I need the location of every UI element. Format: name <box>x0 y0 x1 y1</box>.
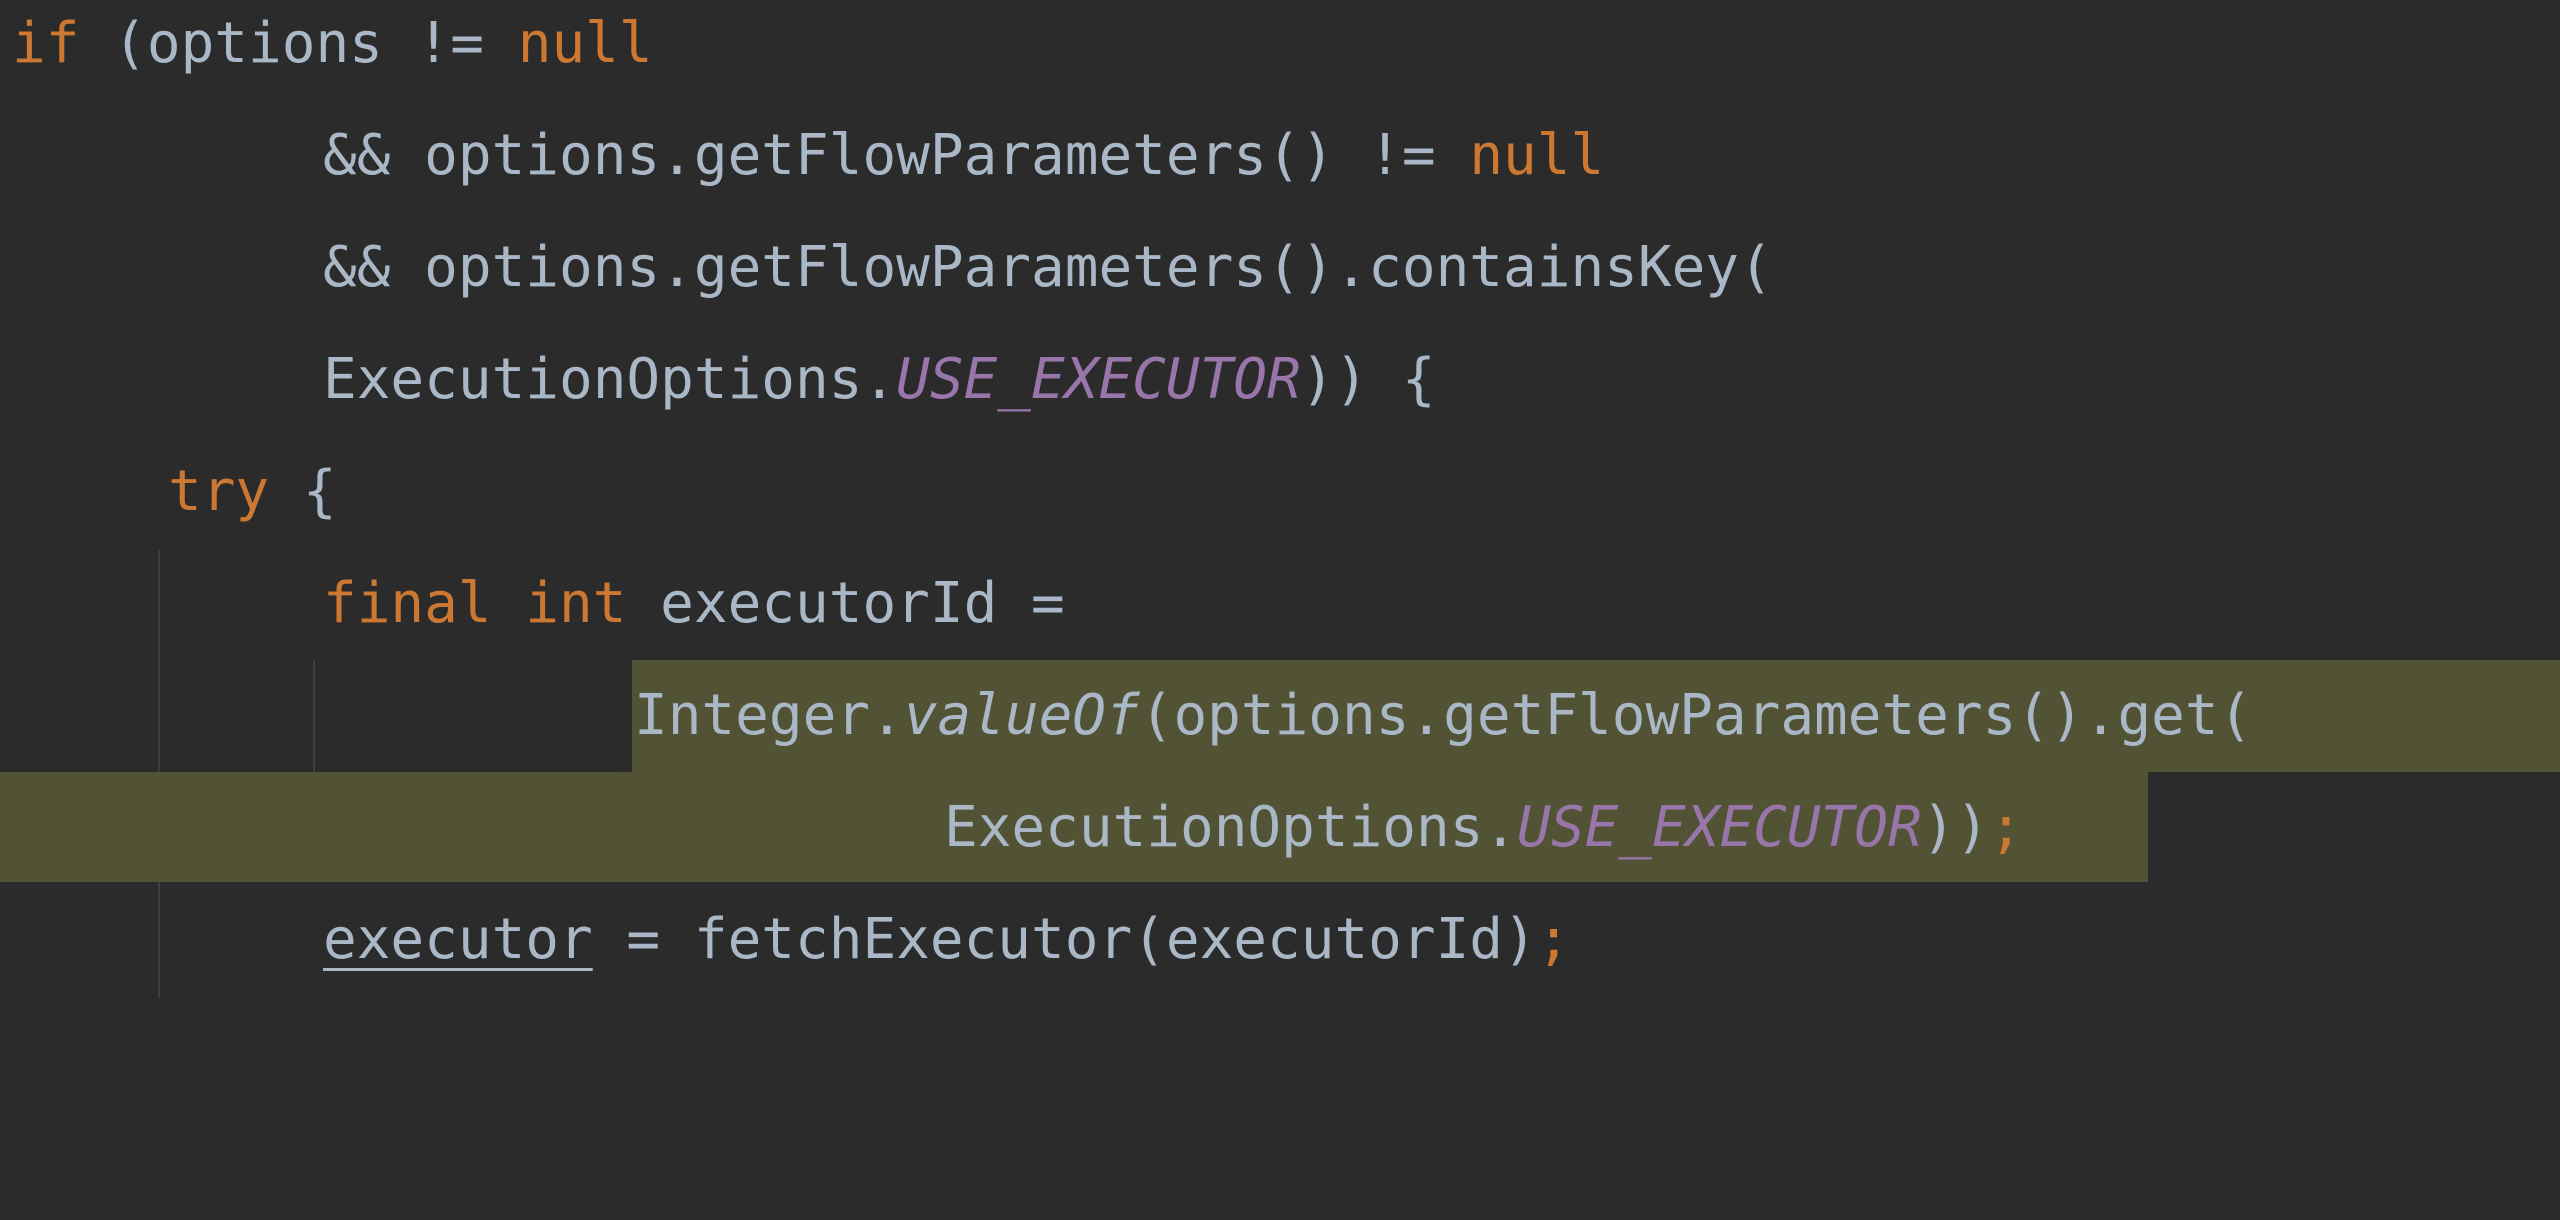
code-text: ExecutionOptions.USE_EXECUTOR)) { <box>323 347 1436 412</box>
code-line[interactable]: final int executorId = <box>0 548 2560 660</box>
code-text: try { <box>168 459 337 524</box>
code-line[interactable]: && options.getFlowParameters().containsK… <box>0 212 2560 324</box>
code-text: if (options != null <box>12 11 653 76</box>
code-text: ExecutionOptions.USE_EXECUTOR)); <box>944 795 2023 860</box>
code-line[interactable]: if (options != null <box>0 0 2560 100</box>
code-line[interactable]: ExecutionOptions.USE_EXECUTOR)) { <box>0 324 2560 436</box>
code-editor[interactable]: if (options != null && options.getFlowPa… <box>0 0 2560 998</box>
code-line[interactable]: Integer.valueOf(options.getFlowParameter… <box>0 660 2560 772</box>
code-line[interactable]: && options.getFlowParameters() != null <box>0 100 2560 212</box>
code-line[interactable]: try { <box>0 436 2560 548</box>
code-text: && options.getFlowParameters() != null <box>323 123 1605 188</box>
code-text: && options.getFlowParameters().containsK… <box>323 235 1773 300</box>
code-line[interactable]: ExecutionOptions.USE_EXECUTOR)); <box>0 772 2560 884</box>
code-line[interactable]: executor = fetchExecutor(executorId); <box>0 884 2560 996</box>
code-text: Integer.valueOf(options.getFlowParameter… <box>634 683 2253 748</box>
code-text: final int executorId = <box>323 571 1065 636</box>
code-text: executor = fetchExecutor(executorId); <box>323 907 1571 972</box>
